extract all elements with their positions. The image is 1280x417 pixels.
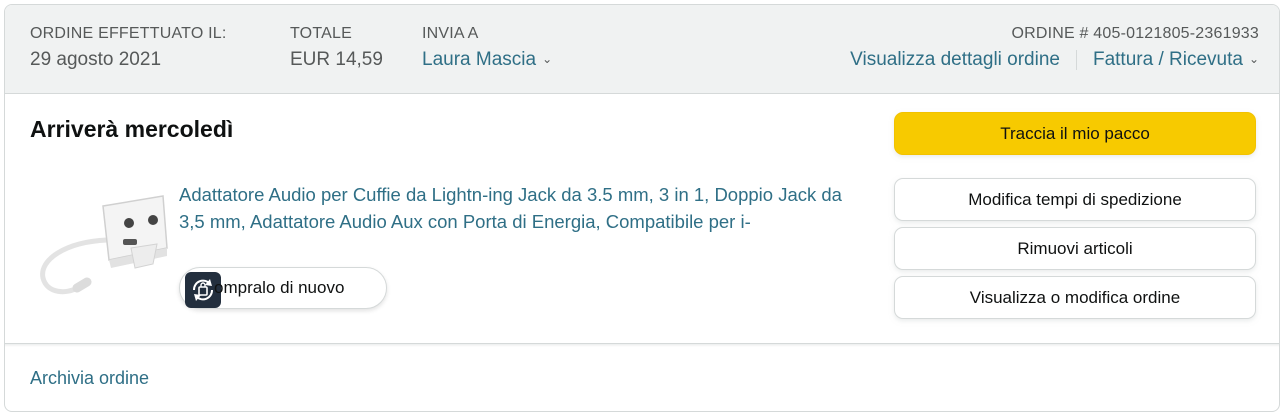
view-order-details-link[interactable]: Visualizza dettagli ordine <box>850 49 1060 70</box>
order-number: ORDINE # 405-0121805-2361933 <box>1011 25 1259 42</box>
order-links: Visualizza dettagli ordine Fattura / Rice… <box>850 49 1259 71</box>
view-edit-order-button[interactable]: Visualizza o modifica ordine <box>894 276 1256 319</box>
ship-to-dropdown[interactable]: Laura Mascia ⌄ <box>422 49 552 71</box>
product-title-link[interactable]: Adattatore Audio per Cuffie da Lightn-in… <box>179 181 869 235</box>
ship-to-name[interactable]: Laura Mascia <box>422 49 536 70</box>
order-total-value: EUR 14,59 <box>290 49 383 70</box>
link-divider <box>1075 49 1077 70</box>
buy-again-label: ompralo di nuovo <box>214 278 345 297</box>
order-card: ORDINE EFFETTUATO IL: 29 agosto 2021 TOT… <box>4 4 1280 412</box>
footer-shadow <box>5 344 1279 347</box>
order-date-group: ORDINE EFFETTUATO IL: 29 agosto 2021 <box>30 25 227 71</box>
archive-order-link[interactable]: Archivia ordine <box>30 368 149 389</box>
order-date-value: 29 agosto 2021 <box>30 49 162 70</box>
order-date-label: ORDINE EFFETTUATO IL: <box>30 25 227 42</box>
remove-items-button[interactable]: Rimuovi articoli <box>894 227 1256 270</box>
buy-again-button[interactable]: ompralo di nuovo <box>179 267 387 309</box>
ship-to-label: INVIA A <box>422 25 479 42</box>
ship-to-group: INVIA A Laura Mascia ⌄ <box>422 25 552 71</box>
chevron-down-icon: ⌄ <box>542 52 553 66</box>
invoice-dropdown-link[interactable]: Fattura / Ricevuta <box>1093 49 1243 70</box>
order-number-group: ORDINE # 405-0121805-2361933 Visualizza … <box>850 25 1259 71</box>
order-total-label: TOTALE <box>290 25 352 42</box>
product-image[interactable] <box>35 190 175 305</box>
delivery-status: Arriverà mercoledì <box>30 116 234 142</box>
change-delivery-button[interactable]: Modifica tempi di spedizione <box>894 178 1256 221</box>
track-package-button[interactable]: Traccia il mio pacco <box>894 112 1256 155</box>
order-header: ORDINE EFFETTUATO IL: 29 agosto 2021 TOT… <box>5 5 1279 94</box>
chevron-down-icon: ⌄ <box>1248 52 1259 66</box>
order-total-group: TOTALE EUR 14,59 <box>290 25 383 71</box>
